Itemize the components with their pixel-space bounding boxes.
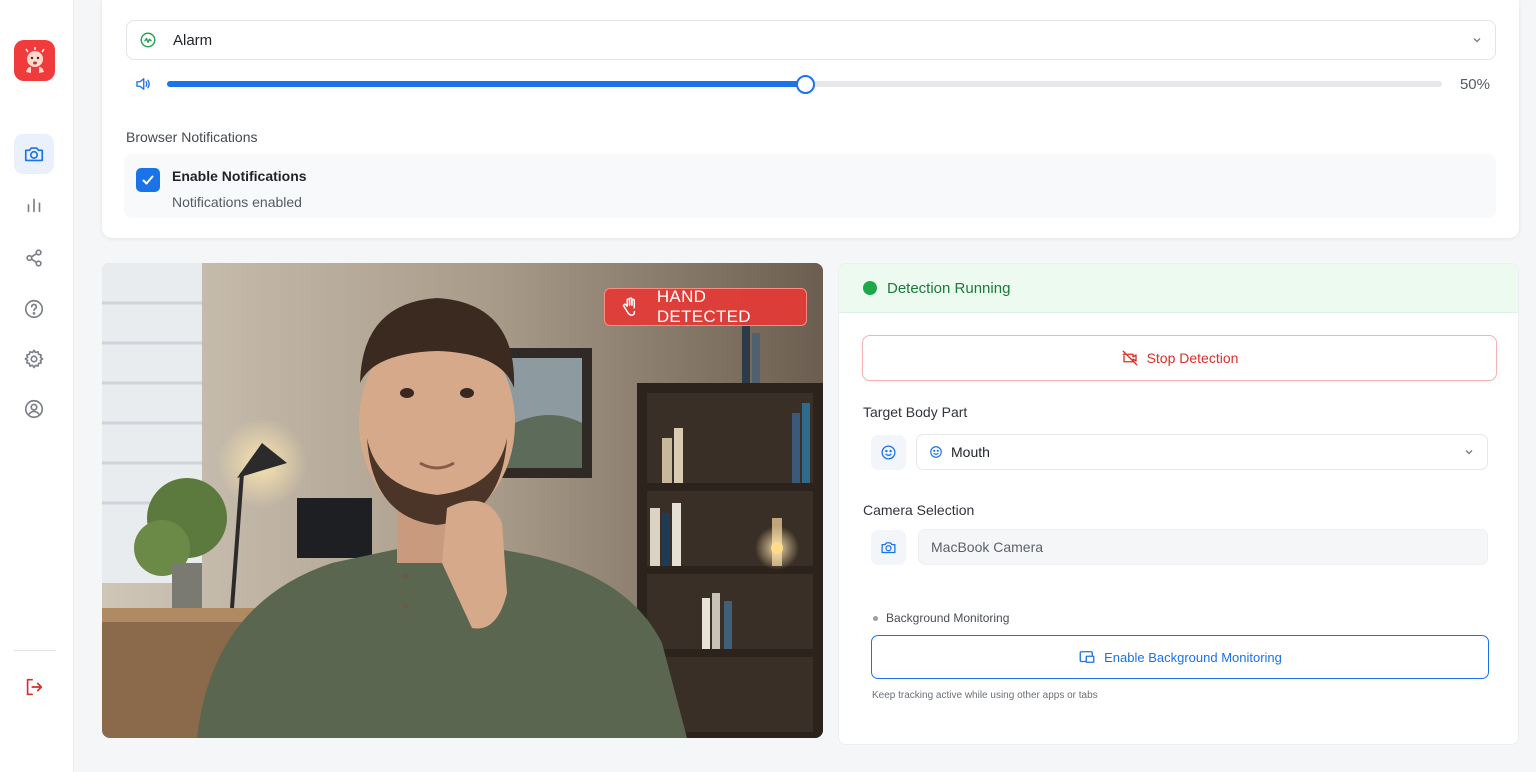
- bullet-dot: [873, 615, 878, 621]
- nav-share[interactable]: [14, 238, 54, 278]
- detection-status: Detection Running: [887, 280, 1011, 297]
- notifications-option: Enable Notifications Notifications enabl…: [124, 154, 1496, 218]
- target-body-part-select[interactable]: Mouth: [916, 434, 1488, 470]
- picture-in-picture-icon: [1079, 651, 1095, 663]
- chevron-down-icon: [1473, 38, 1481, 43]
- settings-icon: [24, 349, 44, 369]
- volume-slider-fill: [167, 81, 805, 87]
- enable-background-monitoring-button[interactable]: Enable Background Monitoring: [871, 635, 1489, 679]
- enable-notifications-checkbox[interactable]: [136, 168, 160, 192]
- volume-row: 50%: [132, 72, 1492, 96]
- camera-feed-image: [102, 263, 823, 738]
- camera-selection-select[interactable]: MacBook Camera: [918, 529, 1488, 565]
- detection-panel: Detection Running Stop Detection Target …: [838, 263, 1519, 745]
- hand-detected-text: HAND DETECTED: [656, 287, 751, 326]
- camera-off-icon: [1122, 350, 1138, 366]
- face-icon: [881, 445, 896, 460]
- sidebar-divider: [14, 650, 56, 651]
- check-icon: [142, 175, 154, 185]
- profile-icon: [24, 399, 44, 419]
- enable-background-monitoring-label: Enable Background Monitoring: [1104, 649, 1282, 665]
- alert-sound-select[interactable]: Alarm: [126, 20, 1496, 60]
- camera-preview: HAND DETECTED: [102, 263, 823, 738]
- chevron-down-icon: [1465, 450, 1473, 455]
- target-body-part-label: Target Body Part: [863, 404, 968, 420]
- target-icon-chip: [871, 435, 906, 470]
- alert-sound-value: Alarm: [173, 31, 213, 49]
- share-icon: [26, 249, 42, 267]
- detection-status-header: Detection Running: [839, 264, 1518, 313]
- stop-detection-button[interactable]: Stop Detection: [862, 335, 1497, 381]
- nav-analytics[interactable]: [14, 185, 54, 225]
- alert-settings-card: Alarm 50% Browser Notifications Enable N…: [102, 0, 1519, 238]
- sound-wave-icon: [140, 32, 156, 48]
- stop-detection-label: Stop Detection: [1146, 350, 1239, 366]
- hand-detected-badge: HAND DETECTED: [604, 287, 807, 326]
- status-dot: [863, 281, 877, 295]
- volume-icon: [136, 78, 150, 90]
- camera-icon-chip: [871, 530, 906, 565]
- camera-selection-label: Camera Selection: [863, 502, 975, 518]
- nav-camera[interactable]: [14, 134, 54, 174]
- face-icon: [930, 446, 942, 458]
- volume-slider-thumb[interactable]: [795, 75, 815, 94]
- camera-icon: [881, 542, 896, 554]
- camera-icon: [24, 147, 44, 162]
- background-monitoring-label: Background Monitoring: [873, 611, 1009, 625]
- notifications-status: Notifications enabled: [172, 194, 302, 210]
- background-monitoring-hint: Keep tracking active while using other a…: [872, 690, 1098, 701]
- nav-settings[interactable]: [14, 339, 54, 379]
- app-logo[interactable]: [14, 40, 55, 81]
- background-monitoring-text: Background Monitoring: [886, 611, 1010, 625]
- nav-help[interactable]: [14, 289, 54, 329]
- camera-selection-value: MacBook Camera: [931, 539, 1044, 555]
- hand-icon: [622, 297, 636, 316]
- nav-profile[interactable]: [14, 389, 54, 429]
- target-body-part-value: Mouth: [951, 444, 990, 460]
- enable-notifications-label: Enable Notifications: [172, 168, 307, 184]
- help-icon: [24, 299, 44, 319]
- app-logo-icon: [24, 46, 45, 73]
- logout-button[interactable]: [14, 667, 54, 707]
- sidebar: [0, 0, 74, 772]
- volume-percent: 50%: [1459, 76, 1490, 93]
- notifications-section-label: Browser Notifications: [126, 129, 258, 145]
- logout-icon: [26, 678, 43, 696]
- bar-chart-icon: [27, 198, 41, 213]
- volume-slider[interactable]: [167, 75, 1442, 94]
